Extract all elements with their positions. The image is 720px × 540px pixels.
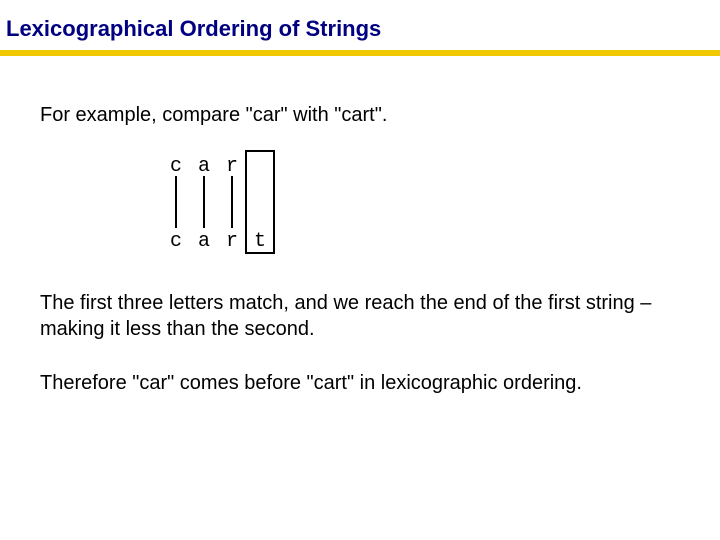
char-cell: t bbox=[246, 229, 274, 255]
paragraph: Therefore "car" comes before "cart" in l… bbox=[40, 370, 680, 396]
char-cell: c bbox=[162, 229, 190, 255]
content-area: For example, compare "car" with "cart". … bbox=[0, 56, 720, 396]
paragraph: The first three letters match, and we re… bbox=[40, 290, 680, 342]
match-line bbox=[231, 176, 233, 228]
comparison-diagram: car cart bbox=[40, 154, 680, 264]
match-line bbox=[175, 176, 177, 228]
intro-text: For example, compare "car" with "cart". bbox=[40, 102, 680, 128]
string-bottom: cart bbox=[162, 229, 274, 255]
page-title: Lexicographical Ordering of Strings bbox=[0, 0, 720, 46]
char-cell: a bbox=[190, 229, 218, 255]
match-line bbox=[203, 176, 205, 228]
char-cell: r bbox=[218, 229, 246, 255]
